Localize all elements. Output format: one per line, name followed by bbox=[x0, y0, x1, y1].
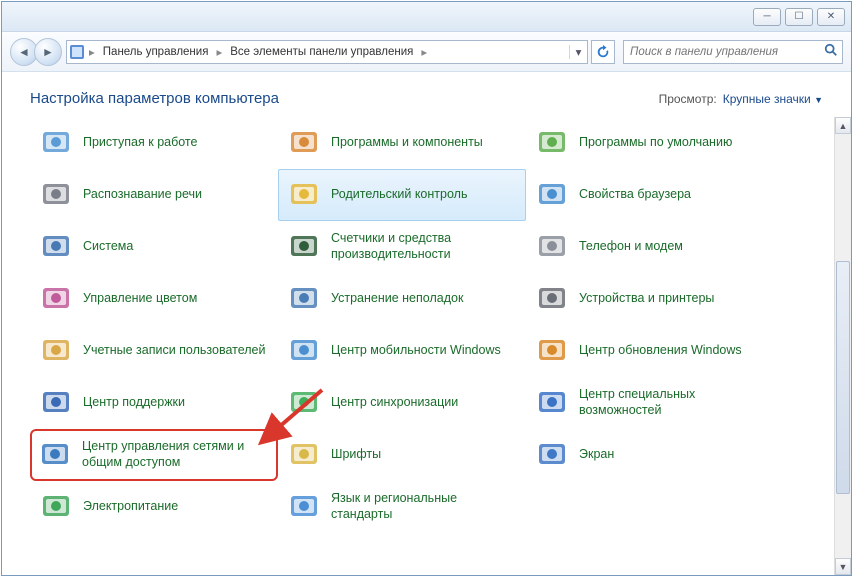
cp-item-power[interactable]: Электропитание bbox=[30, 481, 278, 533]
navbar: ◄ ► ▸ Панель управления ▸ Все элементы п… bbox=[2, 32, 851, 72]
users-icon bbox=[39, 334, 73, 368]
breadcrumb-item[interactable]: Все элементы панели управления bbox=[224, 46, 419, 58]
item-label: Программы и компоненты bbox=[331, 135, 483, 151]
search-icon[interactable] bbox=[820, 43, 842, 60]
item-label: Центр управления сетями и общим доступом bbox=[82, 439, 270, 470]
items-grid: Приступая к работе Программы и компонент… bbox=[30, 117, 837, 533]
scrollbar: ▲ ▼ bbox=[834, 117, 851, 575]
power-icon bbox=[39, 490, 73, 524]
control-panel-icon bbox=[67, 44, 87, 60]
defaults-icon bbox=[535, 126, 569, 160]
item-label: Центр специальных возможностей bbox=[579, 387, 765, 418]
page-title: Настройка параметров компьютера bbox=[30, 90, 279, 107]
cp-item-network[interactable]: Центр управления сетями и общим доступом bbox=[30, 429, 278, 481]
fonts-icon bbox=[287, 438, 321, 472]
view-label: Просмотр: bbox=[659, 92, 717, 106]
cp-item-ease[interactable]: Центр специальных возможностей bbox=[526, 377, 774, 429]
parental-icon bbox=[287, 178, 321, 212]
cp-item-users[interactable]: Учетные записи пользователей bbox=[30, 325, 278, 377]
item-label: Свойства браузера bbox=[579, 187, 691, 203]
refresh-button[interactable] bbox=[591, 40, 615, 64]
programs-icon bbox=[287, 126, 321, 160]
chevron-right-icon: ▸ bbox=[87, 45, 97, 59]
item-label: Шрифты bbox=[331, 447, 381, 463]
chevron-down-icon: ▼ bbox=[814, 95, 823, 105]
item-label: Центр обновления Windows bbox=[579, 343, 742, 359]
item-label: Центр мобильности Windows bbox=[331, 343, 501, 359]
cp-item-sync[interactable]: Центр синхронизации bbox=[278, 377, 526, 429]
item-label: Распознавание речи bbox=[83, 187, 202, 203]
scroll-thumb[interactable] bbox=[836, 261, 850, 494]
scroll-down-button[interactable]: ▼ bbox=[835, 558, 851, 575]
item-label: Центр синхронизации bbox=[331, 395, 458, 411]
devices-icon bbox=[535, 282, 569, 316]
cp-item-fonts[interactable]: Шрифты bbox=[278, 429, 526, 481]
system-icon bbox=[39, 230, 73, 264]
cp-item-update[interactable]: Центр обновления Windows bbox=[526, 325, 774, 377]
item-label: Электропитание bbox=[83, 499, 178, 515]
display-icon bbox=[535, 438, 569, 472]
cp-item-internet[interactable]: Свойства браузера bbox=[526, 169, 774, 221]
item-label: Управление цветом bbox=[83, 291, 197, 307]
update-icon bbox=[535, 334, 569, 368]
cp-item-programs[interactable]: Программы и компоненты bbox=[278, 117, 526, 169]
cp-item-parental[interactable]: Родительский контроль bbox=[278, 169, 526, 221]
action-icon bbox=[39, 386, 73, 420]
scroll-up-button[interactable]: ▲ bbox=[835, 117, 851, 134]
view-mode-link[interactable]: Крупные значки ▼ bbox=[723, 92, 823, 106]
cp-item-region[interactable]: Язык и региональные стандарты bbox=[278, 481, 526, 533]
view-selector: Просмотр: Крупные значки ▼ bbox=[659, 92, 823, 106]
region-icon bbox=[287, 490, 321, 524]
item-label: Устранение неполадок bbox=[331, 291, 463, 307]
cp-item-color[interactable]: Управление цветом bbox=[30, 273, 278, 325]
item-label: Телефон и модем bbox=[579, 239, 683, 255]
phone-icon bbox=[535, 230, 569, 264]
search-input[interactable] bbox=[624, 46, 820, 58]
scroll-track[interactable] bbox=[835, 134, 851, 558]
close-button[interactable]: ✕ bbox=[817, 8, 845, 26]
getting-started-icon bbox=[39, 126, 73, 160]
search-box[interactable] bbox=[623, 40, 843, 64]
cp-item-phone[interactable]: Телефон и модем bbox=[526, 221, 774, 273]
color-icon bbox=[39, 282, 73, 316]
item-label: Программы по умолчанию bbox=[579, 135, 732, 151]
perf-icon bbox=[287, 230, 321, 264]
sync-icon bbox=[287, 386, 321, 420]
item-label: Счетчики и средства производительности bbox=[331, 231, 517, 262]
ease-icon bbox=[535, 386, 569, 420]
cp-item-devices[interactable]: Устройства и принтеры bbox=[526, 273, 774, 325]
speech-icon bbox=[39, 178, 73, 212]
cp-item-troubleshoot[interactable]: Устранение неполадок bbox=[278, 273, 526, 325]
item-label: Устройства и принтеры bbox=[579, 291, 714, 307]
item-label: Язык и региональные стандарты bbox=[331, 491, 517, 522]
item-label: Учетные записи пользователей bbox=[83, 343, 266, 359]
item-label: Центр поддержки bbox=[83, 395, 185, 411]
titlebar: ─ ☐ ✕ bbox=[2, 2, 851, 32]
cp-item-display[interactable]: Экран bbox=[526, 429, 774, 481]
troubleshoot-icon bbox=[287, 282, 321, 316]
chevron-right-icon: ▸ bbox=[214, 45, 224, 59]
forward-button[interactable]: ► bbox=[34, 38, 62, 66]
minimize-button[interactable]: ─ bbox=[753, 8, 781, 26]
cp-item-mobility[interactable]: Центр мобильности Windows bbox=[278, 325, 526, 377]
cp-item-perf[interactable]: Счетчики и средства производительности bbox=[278, 221, 526, 273]
item-label: Система bbox=[83, 239, 133, 255]
address-dropdown[interactable]: ▾ bbox=[569, 45, 587, 59]
address-bar[interactable]: ▸ Панель управления ▸ Все элементы панел… bbox=[66, 40, 588, 64]
maximize-button[interactable]: ☐ bbox=[785, 8, 813, 26]
cp-item-speech[interactable]: Распознавание речи bbox=[30, 169, 278, 221]
breadcrumb-item[interactable]: Панель управления bbox=[97, 46, 215, 58]
cp-item-system[interactable]: Система bbox=[30, 221, 278, 273]
item-label: Экран bbox=[579, 447, 614, 463]
internet-icon bbox=[535, 178, 569, 212]
item-label: Родительский контроль bbox=[331, 187, 467, 203]
network-icon bbox=[38, 438, 72, 472]
item-label: Приступая к работе bbox=[83, 135, 197, 151]
chevron-right-icon: ▸ bbox=[419, 45, 429, 59]
mobility-icon bbox=[287, 334, 321, 368]
cp-item-getting-started[interactable]: Приступая к работе bbox=[30, 117, 278, 169]
cp-item-action[interactable]: Центр поддержки bbox=[30, 377, 278, 429]
cp-item-defaults[interactable]: Программы по умолчанию bbox=[526, 117, 774, 169]
